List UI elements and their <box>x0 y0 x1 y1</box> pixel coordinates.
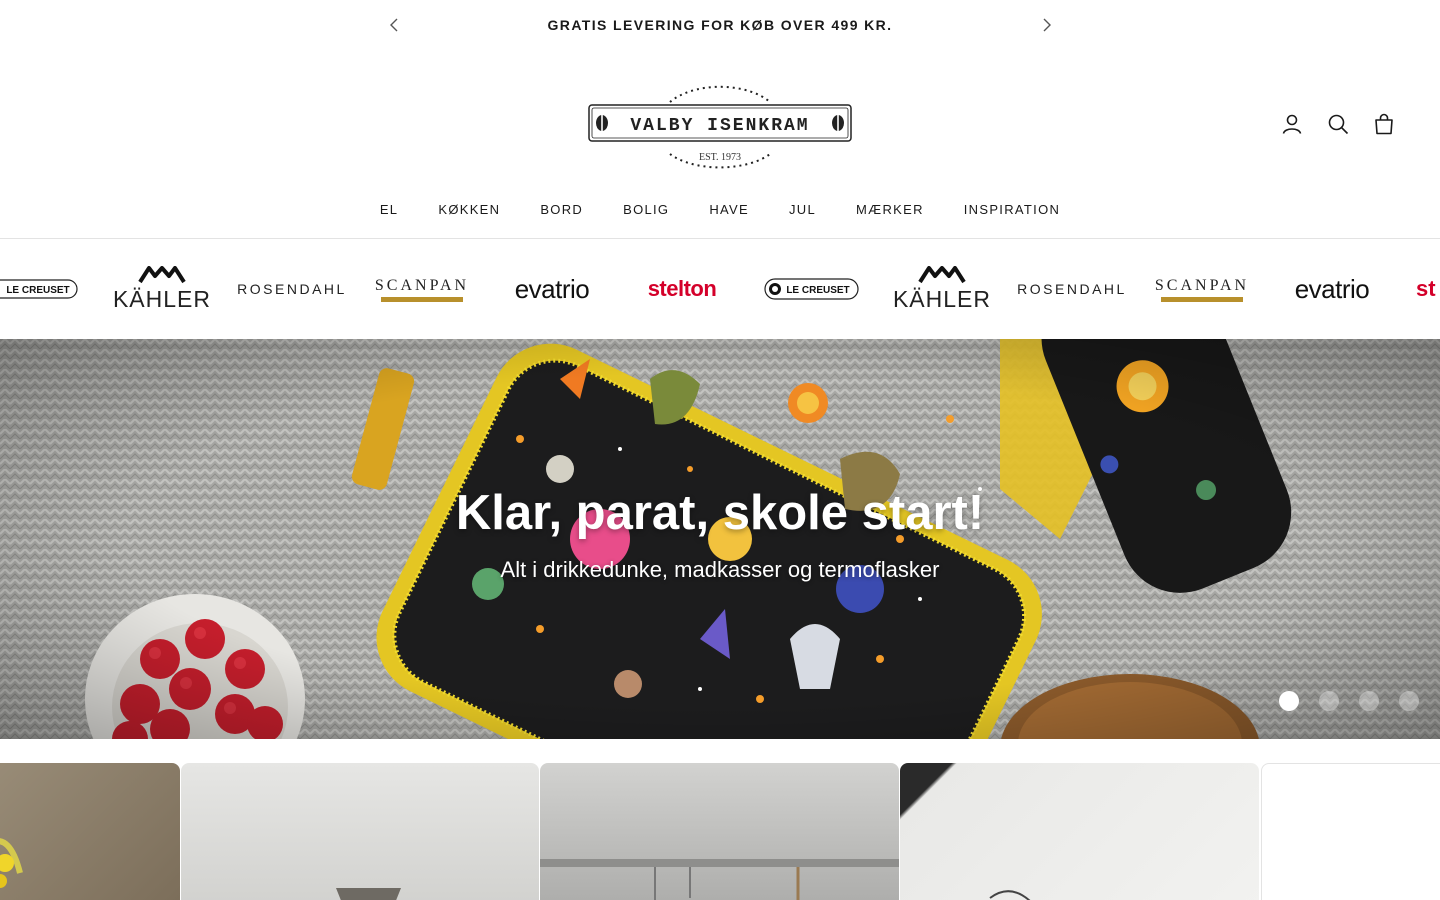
category-tile-4[interactable] <box>900 763 1259 900</box>
search-button[interactable] <box>1326 112 1350 136</box>
search-icon <box>1328 114 1349 135</box>
nav-item-have[interactable]: HAVE <box>709 202 749 217</box>
announcement-text: GRATIS LEVERING FOR KØB OVER 499 KR. <box>547 17 893 33</box>
logo-wordmark: VALBY ISENKRAM <box>630 116 809 136</box>
tile-image <box>336 888 401 900</box>
brand-logo-kahler-2[interactable]: KÄHLER <box>886 239 998 339</box>
category-tile-3[interactable] <box>540 763 899 900</box>
nav-item-bord[interactable]: BORD <box>540 202 583 217</box>
svg-text:LE CREUSET: LE CREUSET <box>6 285 69 296</box>
brand-logo-evatrio[interactable]: evatrio <box>496 239 608 339</box>
brand-carousel: LE CREUSET KÄHLER ROSENDAHL SCANPAN evat… <box>0 239 1440 339</box>
brand-logo-le-creuset-2[interactable]: LE CREUSET <box>762 239 862 339</box>
kahler-mark-icon <box>918 265 966 283</box>
scanpan-underline <box>381 296 463 302</box>
brand-logo-le-creuset[interactable]: LE CREUSET <box>0 239 80 339</box>
nav-item-el[interactable]: EL <box>380 202 399 217</box>
tile-image <box>540 859 899 900</box>
bag-icon <box>1375 113 1393 135</box>
brand-logo-scanpan-2[interactable]: SCANPAN <box>1146 239 1258 339</box>
brand-logo-rosendahl[interactable]: ROSENDAHL <box>236 239 348 339</box>
brand-logo-kahler[interactable]: KÄHLER <box>106 239 218 339</box>
nav-item-bolig[interactable]: BOLIG <box>623 202 669 217</box>
brand-logo-evatrio-2[interactable]: evatrio <box>1276 239 1388 339</box>
hero-banner[interactable]: Klar, parat, skole start! Alt i drikkedu… <box>0 339 1440 739</box>
main-nav: EL KØKKEN BORD BOLIG HAVE JUL MÆRKER INS… <box>0 202 1440 217</box>
header-actions <box>1280 112 1396 136</box>
slide-dot-1[interactable] <box>1279 691 1299 711</box>
nav-item-jul[interactable]: JUL <box>789 202 816 217</box>
tile-image <box>989 890 1031 900</box>
announcement-bar: GRATIS LEVERING FOR KØB OVER 499 KR. <box>0 0 1440 50</box>
slider-dots <box>1279 691 1419 711</box>
category-tile-2[interactable] <box>181 763 539 900</box>
svg-text:LE CREUSET: LE CREUSET <box>786 285 849 296</box>
hero-title: Klar, parat, skole start! <box>455 486 985 540</box>
account-button[interactable] <box>1280 112 1304 136</box>
nav-item-inspiration[interactable]: INSPIRATION <box>964 202 1060 217</box>
brand-logo-stelton[interactable]: stelton <box>626 239 738 339</box>
category-tiles <box>0 763 1440 900</box>
slide-dot-2[interactable] <box>1319 691 1339 711</box>
category-tile-1[interactable] <box>0 763 180 900</box>
nav-item-kokken[interactable]: KØKKEN <box>438 202 500 217</box>
nav-item-maerker[interactable]: MÆRKER <box>856 202 924 217</box>
slide-dot-4[interactable] <box>1399 691 1419 711</box>
valby-isenkram-logo: VALBY ISENKRAM EST. 1973 <box>588 85 852 169</box>
site-header: VALBY ISENKRAM EST. 1973 EL KØKKEN BORD … <box>0 50 1440 239</box>
brand-logo-rosendahl-2[interactable]: ROSENDAHL <box>1016 239 1128 339</box>
kahler-mark-icon <box>138 265 186 283</box>
store-logo[interactable]: VALBY ISENKRAM EST. 1973 <box>586 68 854 183</box>
brand-logo-scanpan[interactable]: SCANPAN <box>366 239 478 339</box>
hero-subtitle: Alt i drikkedunke, madkasser og termofla… <box>500 557 940 582</box>
user-icon <box>1282 114 1302 134</box>
scanpan-underline <box>1161 296 1243 302</box>
category-tile-5[interactable] <box>1261 763 1440 900</box>
logo-est: EST. 1973 <box>699 152 741 163</box>
tile-image <box>0 838 23 888</box>
brand-logo-stelton-2[interactable]: st <box>1416 239 1440 339</box>
chevron-right-icon <box>1043 18 1051 32</box>
slide-dot-3[interactable] <box>1359 691 1379 711</box>
cart-button[interactable] <box>1372 112 1396 136</box>
announcement-next-button[interactable] <box>1037 15 1057 35</box>
